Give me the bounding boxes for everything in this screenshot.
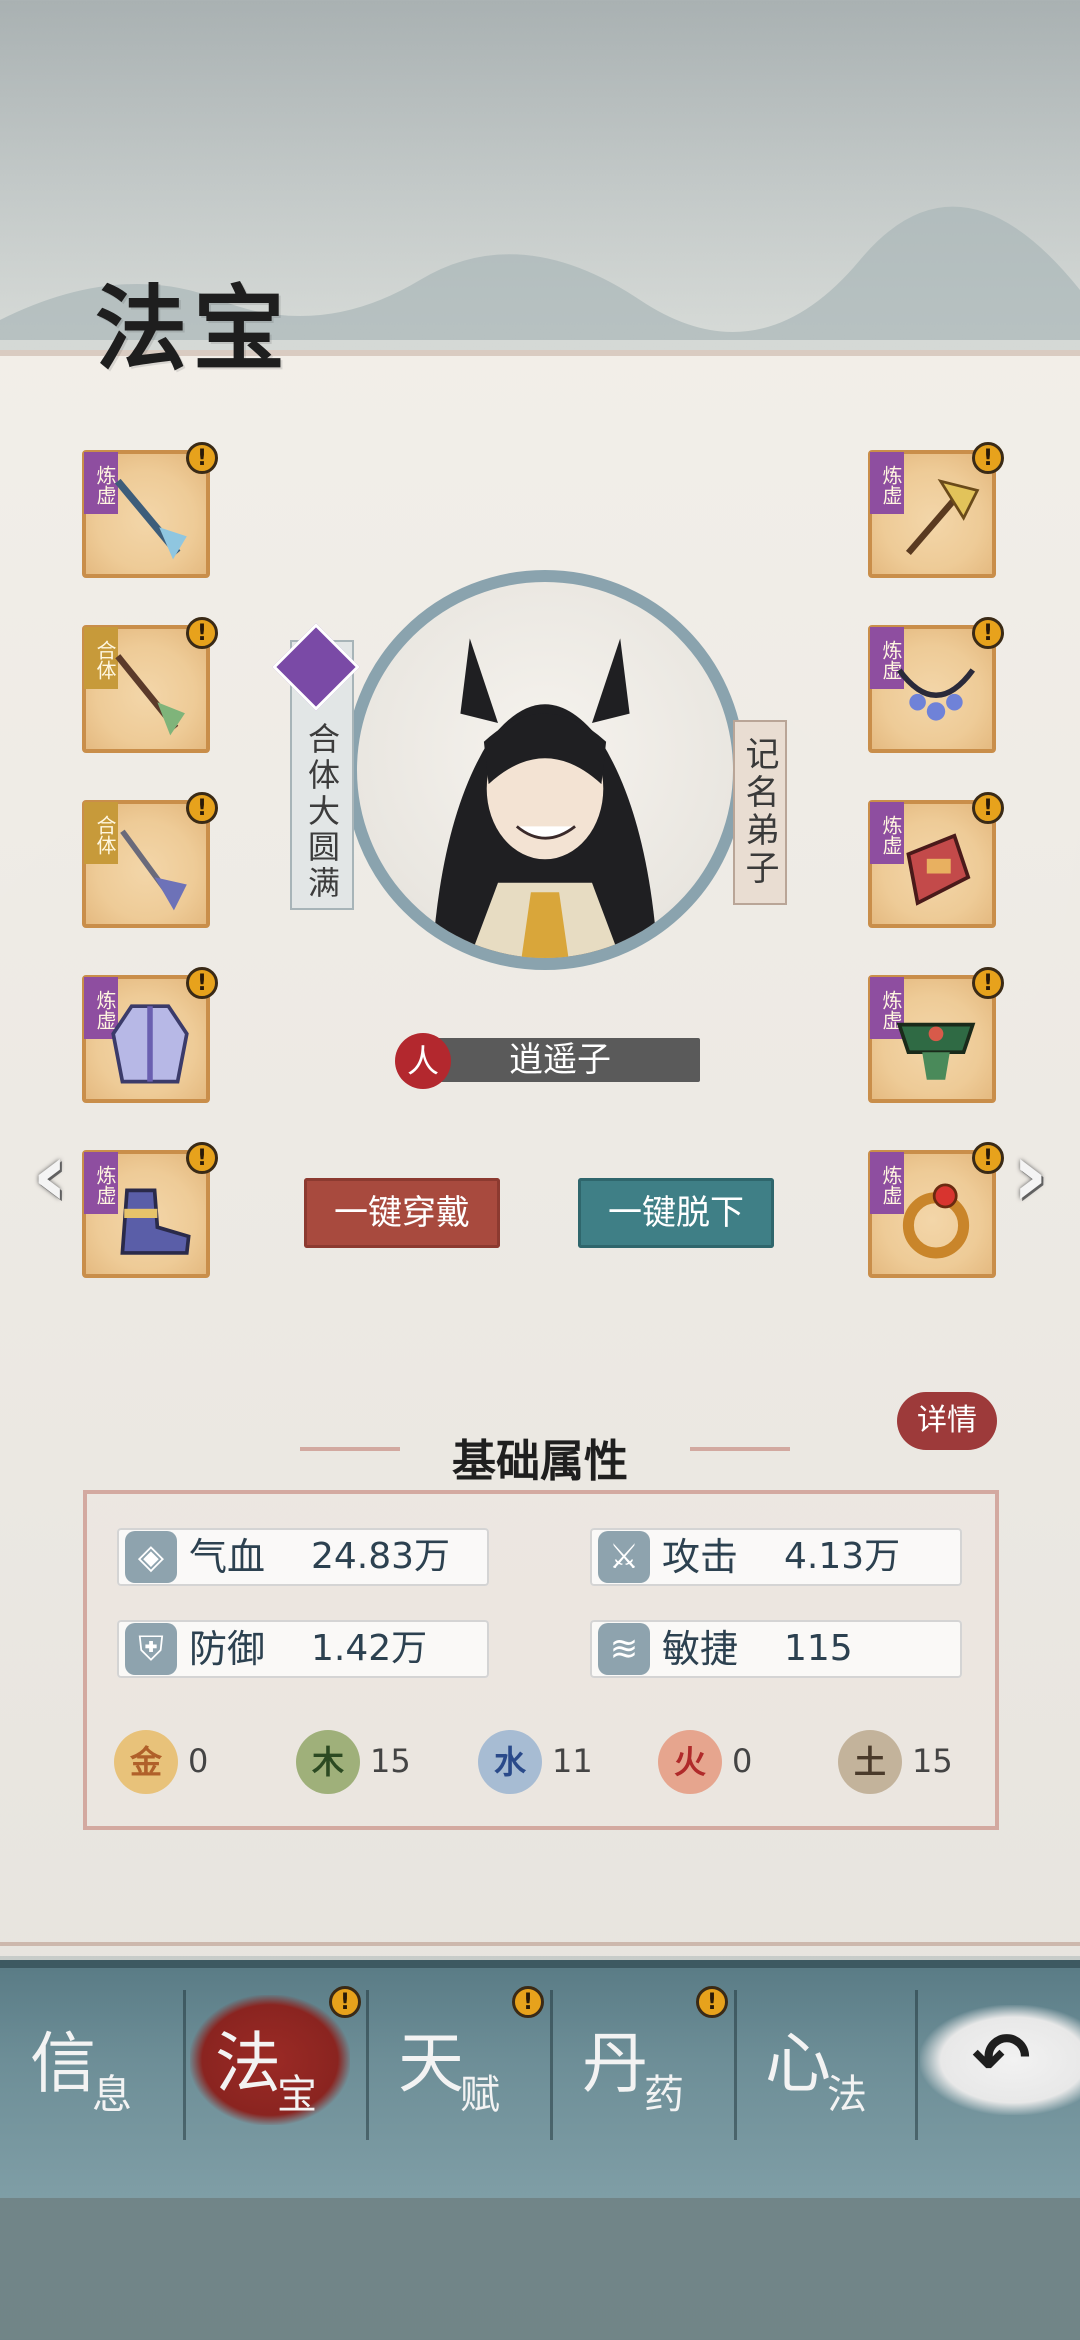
crystal-spear-icon	[120, 829, 187, 911]
tab-treasure[interactable]: 法 宝 !	[195, 1986, 365, 2140]
alert-badge: !	[186, 792, 218, 824]
tab-separator	[366, 1990, 369, 2140]
alert-badge: !	[186, 967, 218, 999]
wing-icon: ≋	[598, 1623, 650, 1675]
tab-info[interactable]: 信 息	[10, 2000, 180, 2140]
spear-icon	[114, 478, 187, 560]
element-water-value: 11	[552, 1742, 593, 1780]
unequip-all-button[interactable]: 一键脱下	[578, 1178, 774, 1248]
tab-elixir[interactable]: 丹 药 !	[562, 1986, 732, 2140]
ring-icon	[902, 1183, 970, 1259]
element-earth-icon: 土	[838, 1730, 902, 1794]
jade-spear-icon	[115, 654, 185, 736]
detail-button[interactable]: 详情	[897, 1392, 997, 1450]
back-button[interactable]: ↶	[920, 2005, 1080, 2115]
tab-mind-method[interactable]: 心 法	[745, 2000, 915, 2140]
equip-slot-left-5[interactable]: 炼虚 !	[82, 1142, 218, 1278]
character-portrait[interactable]	[345, 570, 745, 970]
attributes-title: 基础属性	[452, 1436, 628, 1487]
alert-badge: !	[696, 1986, 728, 2018]
equip-slot-right-5[interactable]: 炼虚 !	[868, 1142, 1004, 1278]
panel-bottom-border	[0, 1942, 1080, 1946]
tab-separator	[550, 1990, 553, 2140]
sword-icon: ⚔	[598, 1531, 650, 1583]
character-name: 逍遥子	[420, 1038, 700, 1082]
equip-slot-left-2[interactable]: 合体 !	[82, 617, 218, 753]
tab-separator	[183, 1990, 186, 2140]
alert-badge: !	[972, 792, 1004, 824]
back-arrow-icon: ↶	[972, 2017, 1031, 2099]
page-title: 法宝	[95, 275, 292, 383]
blood-drop-icon: ◈	[125, 1531, 177, 1583]
equip-slot-right-4[interactable]: 炼虚 !	[868, 967, 1004, 1103]
race-seal: 人	[395, 1033, 451, 1089]
element-water-icon: 水	[478, 1730, 542, 1794]
element-wood-value: 15	[370, 1742, 411, 1780]
shield-icon: ⛨	[125, 1623, 177, 1675]
alert-badge: !	[972, 967, 1004, 999]
element-metal-value: 0	[188, 1742, 209, 1780]
tab-talent[interactable]: 天 赋 !	[378, 1986, 548, 2140]
stat-defense: ⛨ 防御 1.42万	[117, 1620, 489, 1678]
tab-separator	[915, 1990, 918, 2140]
prev-character-button[interactable]: ‹	[22, 1130, 78, 1220]
alert-badge: !	[972, 1142, 1004, 1174]
bracer-icon	[906, 833, 971, 906]
equip-slot-right-2[interactable]: 炼虚 !	[868, 617, 1004, 753]
equip-slot-right-3[interactable]: 炼虚 !	[868, 792, 1004, 928]
boots-icon	[120, 1188, 191, 1255]
character-avatar	[432, 638, 658, 958]
alert-badge: !	[512, 1986, 544, 2018]
equip-all-button[interactable]: 一键穿戴	[304, 1178, 500, 1248]
element-earth-value: 15	[912, 1742, 953, 1780]
alert-badge: !	[329, 1986, 361, 2018]
equip-slot-left-3[interactable]: 合体 !	[82, 792, 218, 928]
fan-scepter-icon	[905, 479, 980, 556]
alert-badge: !	[186, 617, 218, 649]
rank-banner: 记名弟子	[733, 720, 787, 905]
alert-badge: !	[186, 1142, 218, 1174]
equip-slot-left-4[interactable]: 炼虚 !	[82, 967, 218, 1103]
element-fire-icon: 火	[658, 1730, 722, 1794]
alert-badge: !	[186, 442, 218, 474]
necklace-icon	[896, 668, 976, 721]
stat-hp: ◈ 气血 24.83万	[117, 1528, 489, 1586]
belt-icon	[896, 1022, 976, 1080]
robe-icon	[111, 1004, 189, 1084]
element-wood-icon: 木	[296, 1730, 360, 1794]
tab-separator	[734, 1990, 737, 2140]
equip-slot-left-1[interactable]: 炼虚 !	[82, 442, 218, 578]
stat-attack: ⚔ 攻击 4.13万	[590, 1528, 962, 1586]
element-fire-value: 0	[732, 1742, 753, 1780]
next-character-button[interactable]: ›	[1002, 1130, 1058, 1220]
equip-slot-right-1[interactable]: 炼虚 !	[868, 442, 1004, 578]
alert-badge: !	[972, 617, 1004, 649]
stat-agility: ≋ 敏捷 115	[590, 1620, 962, 1678]
element-metal-icon: 金	[114, 1730, 178, 1794]
alert-badge: !	[972, 442, 1004, 474]
